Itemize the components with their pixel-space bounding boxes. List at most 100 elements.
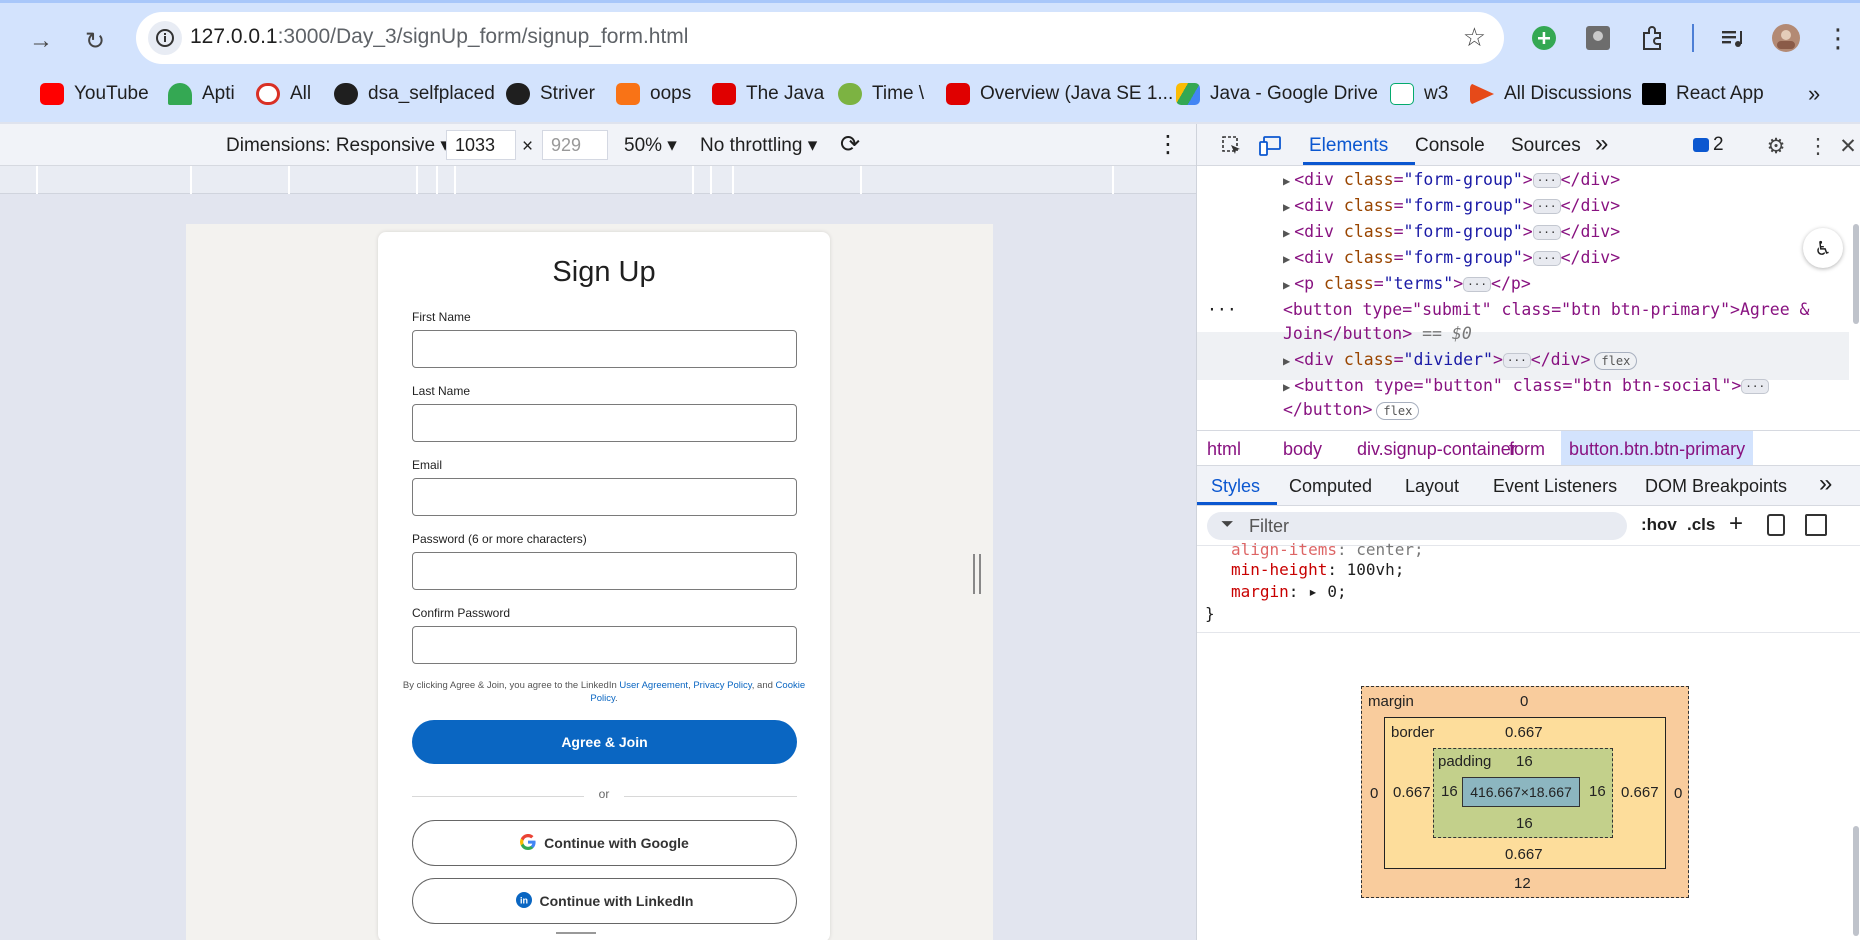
url-text[interactable]: 127.0.0.1:3000/Day_3/signUp_form/signup_… (190, 25, 688, 49)
toggle-sidebar-icon[interactable] (1805, 514, 1827, 536)
dimensions-dropdown[interactable]: Dimensions: Responsive ▾ (226, 134, 450, 157)
more-bookmarks-icon[interactable]: » (1808, 80, 1820, 108)
margin-top-value[interactable]: 0 (1520, 693, 1528, 710)
node-actions-ellipsis-icon[interactable]: ··· (1207, 300, 1237, 319)
media-queue-icon[interactable] (1716, 22, 1748, 54)
new-style-rule-icon[interactable]: + (1729, 510, 1743, 538)
dom-node-social[interactable]: ▶ <button type="button" class="btn btn-so… (1283, 376, 1770, 395)
flex-badge[interactable]: flex (1376, 401, 1420, 420)
bookmark-java-drive[interactable]: Java - Google Drive (1176, 80, 1378, 108)
bookmark-striver[interactable]: Striver (506, 80, 595, 108)
continue-linkedin-button[interactable]: in Continue with LinkedIn (412, 878, 797, 924)
css-declaration[interactable]: min-height: 100vh; (1231, 560, 1404, 579)
tab-layout[interactable]: Layout (1405, 476, 1459, 497)
first-name-input[interactable] (412, 330, 797, 368)
width-input[interactable]: 1033 (446, 130, 516, 160)
rotate-icon[interactable]: ⟳ (840, 130, 860, 159)
inspect-element-icon[interactable] (1219, 133, 1245, 159)
bookmark-time[interactable]: Time \ (838, 80, 924, 108)
bookmark-star-icon[interactable]: ☆ (1463, 22, 1486, 53)
breadcrumb-body[interactable]: body (1283, 439, 1322, 460)
cls-toggle[interactable]: .cls (1687, 515, 1715, 535)
continue-google-button[interactable]: Continue with Google (412, 820, 797, 866)
css-declaration[interactable]: margin: ▸ 0; (1231, 582, 1347, 601)
tab-console[interactable]: Console (1415, 135, 1485, 157)
breadcrumb-signup-container[interactable]: div.signup-container (1357, 439, 1517, 460)
padding-left-value[interactable]: 16 (1441, 783, 1458, 800)
tab-dom-breakpoints[interactable]: DOM Breakpoints (1645, 476, 1787, 497)
collapsed-ellipsis[interactable]: ··· (1532, 199, 1561, 214)
breadcrumb-button[interactable]: button.btn.btn-primary (1561, 431, 1754, 465)
tab-styles[interactable]: Styles (1211, 476, 1260, 497)
password-input[interactable] (412, 552, 797, 590)
tab-event-listeners[interactable]: Event Listeners (1493, 476, 1617, 497)
email-input[interactable] (412, 478, 797, 516)
dom-node[interactable]: ▶ <div class="form-group"> ··· </div> (1283, 248, 1620, 267)
paint-format-icon[interactable] (1767, 514, 1785, 536)
accessibility-icon[interactable]: ♿ (1803, 228, 1843, 268)
collapsed-ellipsis[interactable]: ··· (1463, 277, 1492, 292)
bookmark-dsa-selfplaced[interactable]: dsa_selfplaced (334, 80, 495, 108)
throttling-dropdown[interactable]: No throttling ▾ (700, 134, 817, 157)
device-toolbar-menu-icon[interactable]: ⋮ (1156, 130, 1180, 159)
forward-icon[interactable]: → (22, 22, 60, 60)
margin-right-value[interactable]: 0 (1674, 785, 1682, 802)
bookmark-all-discussions[interactable]: All Discussions (1470, 80, 1632, 108)
border-right-value[interactable]: 0.667 (1621, 784, 1659, 801)
border-left-value[interactable]: 0.667 (1393, 784, 1431, 801)
bookmark-all[interactable]: All (256, 80, 311, 108)
content-box-size[interactable]: 416.667×18.667 (1462, 777, 1580, 807)
user-agreement-link[interactable]: User Agreement (619, 680, 688, 691)
collapsed-ellipsis[interactable]: ··· (1532, 225, 1561, 240)
bookmark-w3[interactable]: w3 (1390, 80, 1448, 108)
zoom-dropdown[interactable]: 50% ▾ (624, 134, 677, 157)
bookmark-apti[interactable]: Apti (168, 80, 235, 108)
selected-dom-node-cont[interactable]: Join</button> == $0 (1283, 324, 1472, 343)
breadcrumb-form[interactable]: form (1509, 439, 1545, 460)
extensions-puzzle-icon[interactable] (1636, 22, 1668, 54)
dom-node[interactable]: ▶ <div class="form-group"> ··· </div> (1283, 196, 1620, 215)
tab-sources[interactable]: Sources (1511, 135, 1581, 157)
collapsed-ellipsis[interactable]: ··· (1532, 173, 1561, 188)
bottom-resize-handle[interactable] (556, 932, 596, 936)
tab-elements[interactable]: Elements (1309, 135, 1388, 157)
bookmark-youtube[interactable]: YouTube (40, 80, 149, 108)
bookmark-oops[interactable]: oops (616, 80, 691, 108)
styles-filter-input[interactable]: ⏷ Filter (1207, 512, 1627, 540)
extension-avatar-icon[interactable] (1582, 22, 1614, 54)
collapsed-ellipsis[interactable]: ··· (1532, 251, 1561, 266)
breadcrumb-html[interactable]: html (1207, 439, 1241, 460)
dom-node-divider[interactable]: ▶ <div class="divider"> ··· </div> flex (1283, 350, 1638, 370)
styles-scrollbar[interactable] (1853, 826, 1859, 936)
device-toggle-icon[interactable] (1257, 133, 1283, 159)
dom-node[interactable]: ▶ <div class="form-group"> ··· </div> (1283, 170, 1620, 189)
browser-menu-icon[interactable]: ⋮ (1822, 22, 1854, 54)
flex-badge[interactable]: flex (1594, 351, 1638, 370)
site-info-icon[interactable] (148, 21, 182, 55)
padding-right-value[interactable]: 16 (1589, 783, 1606, 800)
privacy-policy-link[interactable]: Privacy Policy (693, 680, 751, 691)
hov-toggle[interactable]: :hov (1641, 515, 1677, 535)
bookmark-the-java[interactable]: The Java (712, 80, 824, 108)
dom-scrollbar[interactable] (1853, 224, 1859, 324)
address-bar[interactable]: 127.0.0.1:3000/Day_3/signUp_form/signup_… (136, 12, 1504, 64)
padding-top-value[interactable]: 16 (1516, 753, 1533, 770)
more-tabs-icon[interactable]: » (1595, 130, 1608, 158)
selected-dom-node[interactable]: <button type="submit" class="btn btn-pri… (1283, 300, 1810, 319)
padding-bottom-value[interactable]: 16 (1516, 815, 1533, 832)
media-query-ruler[interactable] (0, 166, 1196, 194)
issues-badge[interactable]: 2 (1693, 134, 1724, 156)
close-devtools-icon[interactable]: ✕ (1835, 133, 1860, 159)
viewport-resize-handle[interactable] (973, 554, 981, 594)
collapsed-ellipsis[interactable]: ··· (1502, 353, 1531, 368)
dom-node-social-close[interactable]: </button> flex (1283, 400, 1420, 420)
margin-bottom-value[interactable]: 12 (1514, 875, 1531, 892)
reload-icon[interactable]: ↻ (76, 22, 114, 60)
agree-join-button[interactable]: Agree & Join (412, 720, 797, 764)
bookmark-overview-java[interactable]: Overview (Java SE 1... (946, 80, 1173, 108)
bookmark-react-app[interactable]: React App (1642, 80, 1764, 108)
confirm-password-input[interactable] (412, 626, 797, 664)
height-input[interactable]: 929 (542, 130, 608, 160)
extension-plus-icon[interactable] (1528, 22, 1560, 54)
last-name-input[interactable] (412, 404, 797, 442)
